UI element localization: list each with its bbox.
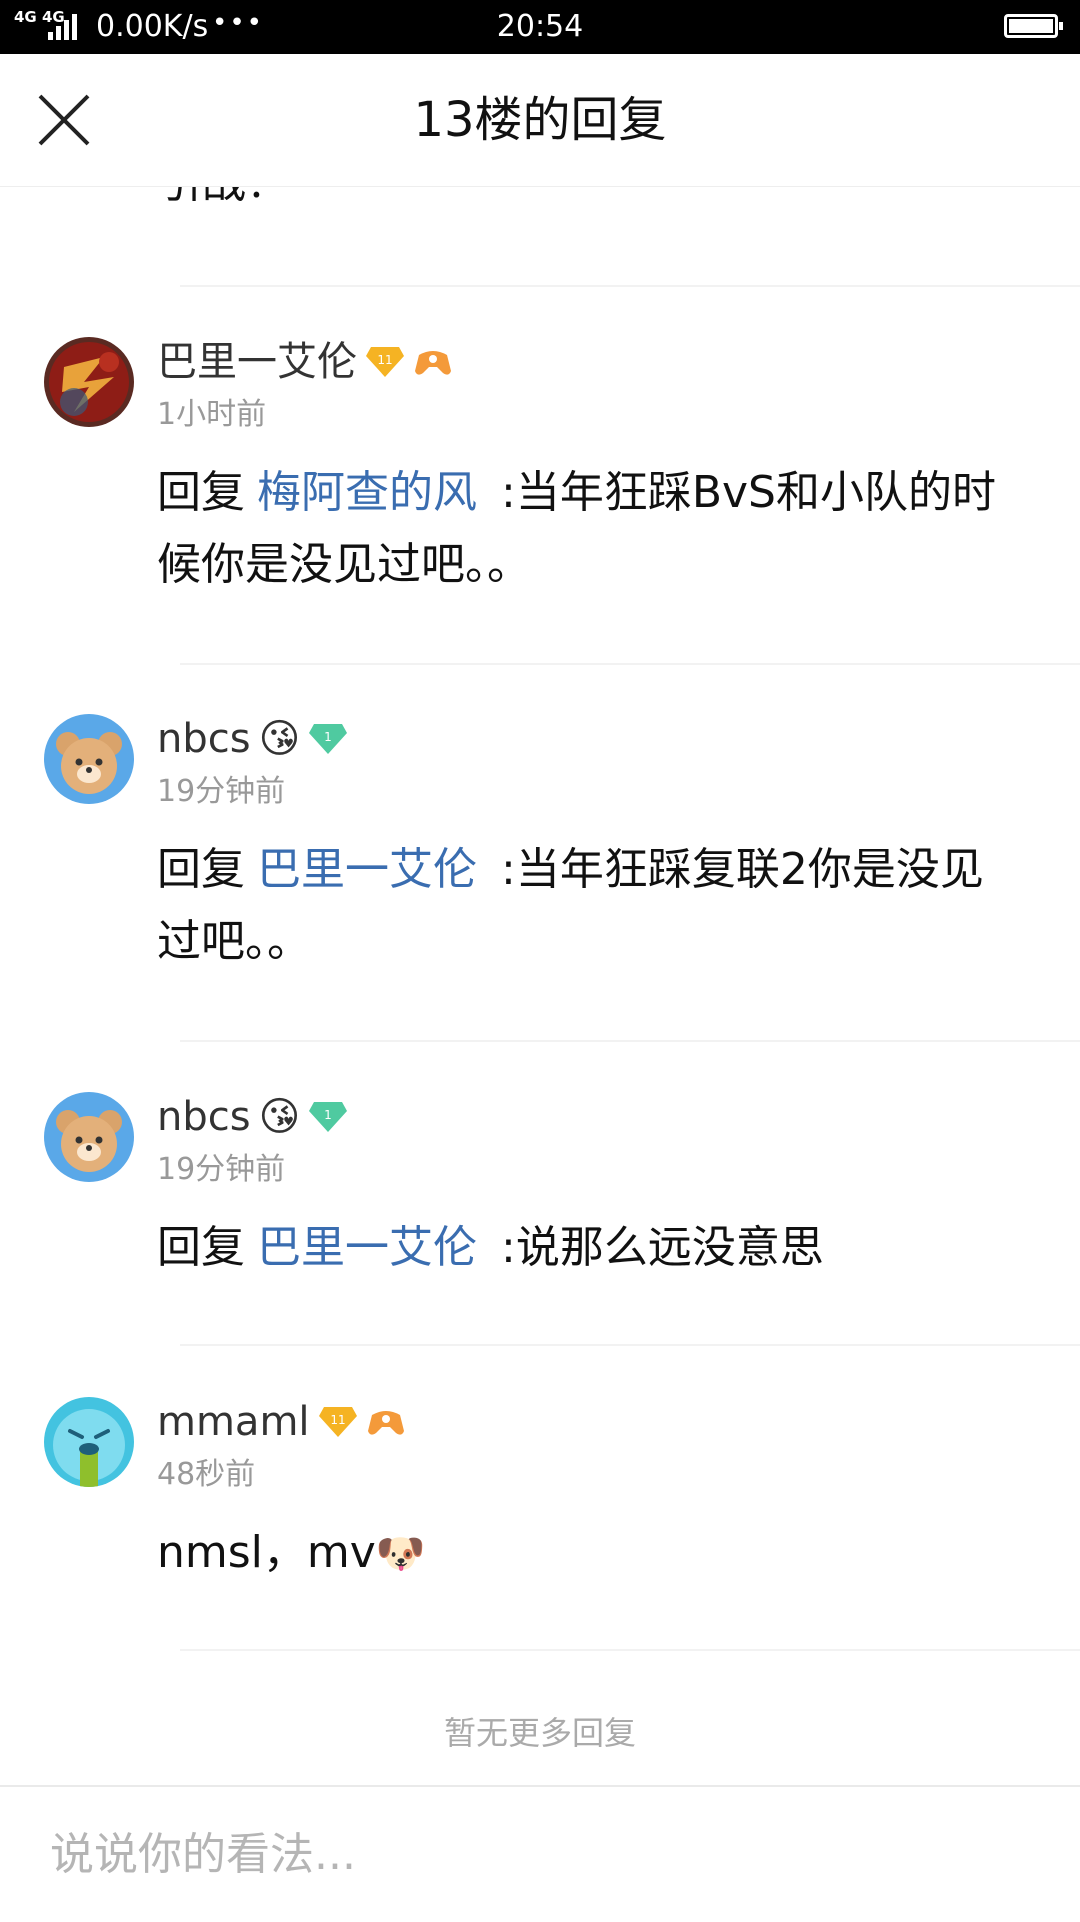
- username-row: mmaml 11: [157, 1397, 406, 1447]
- username-row: nbcs 😘 1: [157, 714, 348, 764]
- comment-text: 回复 梅阿查的风:当年狂踩BvS和小队的时候你是没见过吧。。: [157, 457, 1017, 601]
- divider: [180, 1344, 1080, 1346]
- svg-text:1: 1: [324, 730, 332, 744]
- svg-text:1: 1: [324, 1108, 332, 1122]
- game-controller-icon: [366, 1405, 406, 1439]
- green-level-icon: 1: [309, 724, 348, 754]
- avatar[interactable]: [44, 337, 134, 427]
- header: 13楼的回复: [0, 54, 1080, 187]
- kiss-emoji-icon: 😘: [258, 1094, 301, 1140]
- crying-seal-avatar-image: [44, 1397, 134, 1487]
- level-badge: 1: [308, 722, 348, 756]
- kiss-emoji-icon: 😘: [258, 716, 301, 762]
- username-row: nbcs 😘 1: [157, 1092, 348, 1142]
- comment-input[interactable]: 说说你的看法...: [50, 1829, 356, 1881]
- level-badge: 1: [308, 1100, 348, 1134]
- avatar[interactable]: [44, 714, 134, 804]
- reply-target-link[interactable]: 巴里一艾伦: [257, 1222, 477, 1273]
- username-row: 巴里一艾伦 11: [157, 337, 453, 387]
- username[interactable]: nbcs: [157, 714, 251, 764]
- reply-target-link[interactable]: 巴里一艾伦: [257, 844, 477, 895]
- gold-level-icon: 11: [366, 347, 404, 377]
- username[interactable]: 巴里一艾伦: [157, 337, 357, 387]
- reply-prefix: 回复: [157, 467, 245, 518]
- divider: [180, 285, 1080, 287]
- green-level-icon: 1: [309, 1102, 348, 1132]
- divider: [180, 1649, 1080, 1651]
- svg-text:11: 11: [377, 353, 392, 367]
- comment-input-bar[interactable]: 说说你的看法...: [0, 1785, 1080, 1922]
- bear-avatar-image: [44, 714, 134, 804]
- divider: [180, 663, 1080, 665]
- battery-icon: [1004, 14, 1063, 38]
- avatar[interactable]: [44, 1092, 134, 1182]
- gold-level-icon: 11: [318, 1407, 357, 1437]
- reply-prefix: 回复: [157, 844, 245, 895]
- reply-list[interactable]: 引战？ 巴里一艾伦 11: [0, 187, 1080, 1784]
- dog-emoji-icon: 🐶: [375, 1531, 426, 1577]
- divider: [180, 1040, 1080, 1042]
- status-bar: 4G 4G 0.00K/s ••• 20:54: [0, 0, 1080, 54]
- comment-text: 回复 巴里一艾伦:当年狂踩复联2你是没见过吧。。: [157, 834, 1017, 978]
- reply-prefix: 回复: [157, 1222, 245, 1273]
- timestamp: 19分钟前: [157, 1152, 286, 1187]
- timestamp: 19分钟前: [157, 774, 286, 809]
- no-more-replies: 暂无更多回复: [443, 1714, 636, 1752]
- comment-text: 回复 巴里一艾伦 :说那么远没意思: [157, 1212, 1017, 1284]
- game-controller-icon: [413, 345, 453, 379]
- timestamp: 1小时前: [157, 397, 267, 432]
- comment-content: :说那么远没意思: [501, 1222, 824, 1273]
- comment-text: nmsl，mv🐶: [157, 1517, 1017, 1589]
- bear-avatar-image: [44, 1092, 134, 1182]
- comment-content: nmsl，mv: [157, 1527, 376, 1578]
- svg-text:11: 11: [330, 1413, 345, 1427]
- reply-target-link[interactable]: 梅阿查的风: [257, 467, 477, 518]
- timestamp: 48秒前: [157, 1457, 256, 1492]
- level-badge: 11: [318, 1405, 358, 1439]
- username[interactable]: mmaml: [157, 1397, 310, 1447]
- avatar[interactable]: [44, 1397, 134, 1487]
- username[interactable]: nbcs: [157, 1092, 251, 1142]
- level-badge: 11: [365, 345, 405, 379]
- page-title: 13楼的回复: [413, 92, 667, 148]
- flash-avatar-image: [44, 337, 134, 427]
- previous-comment-text: 引战？: [158, 187, 290, 219]
- clock: 20:54: [496, 9, 584, 44]
